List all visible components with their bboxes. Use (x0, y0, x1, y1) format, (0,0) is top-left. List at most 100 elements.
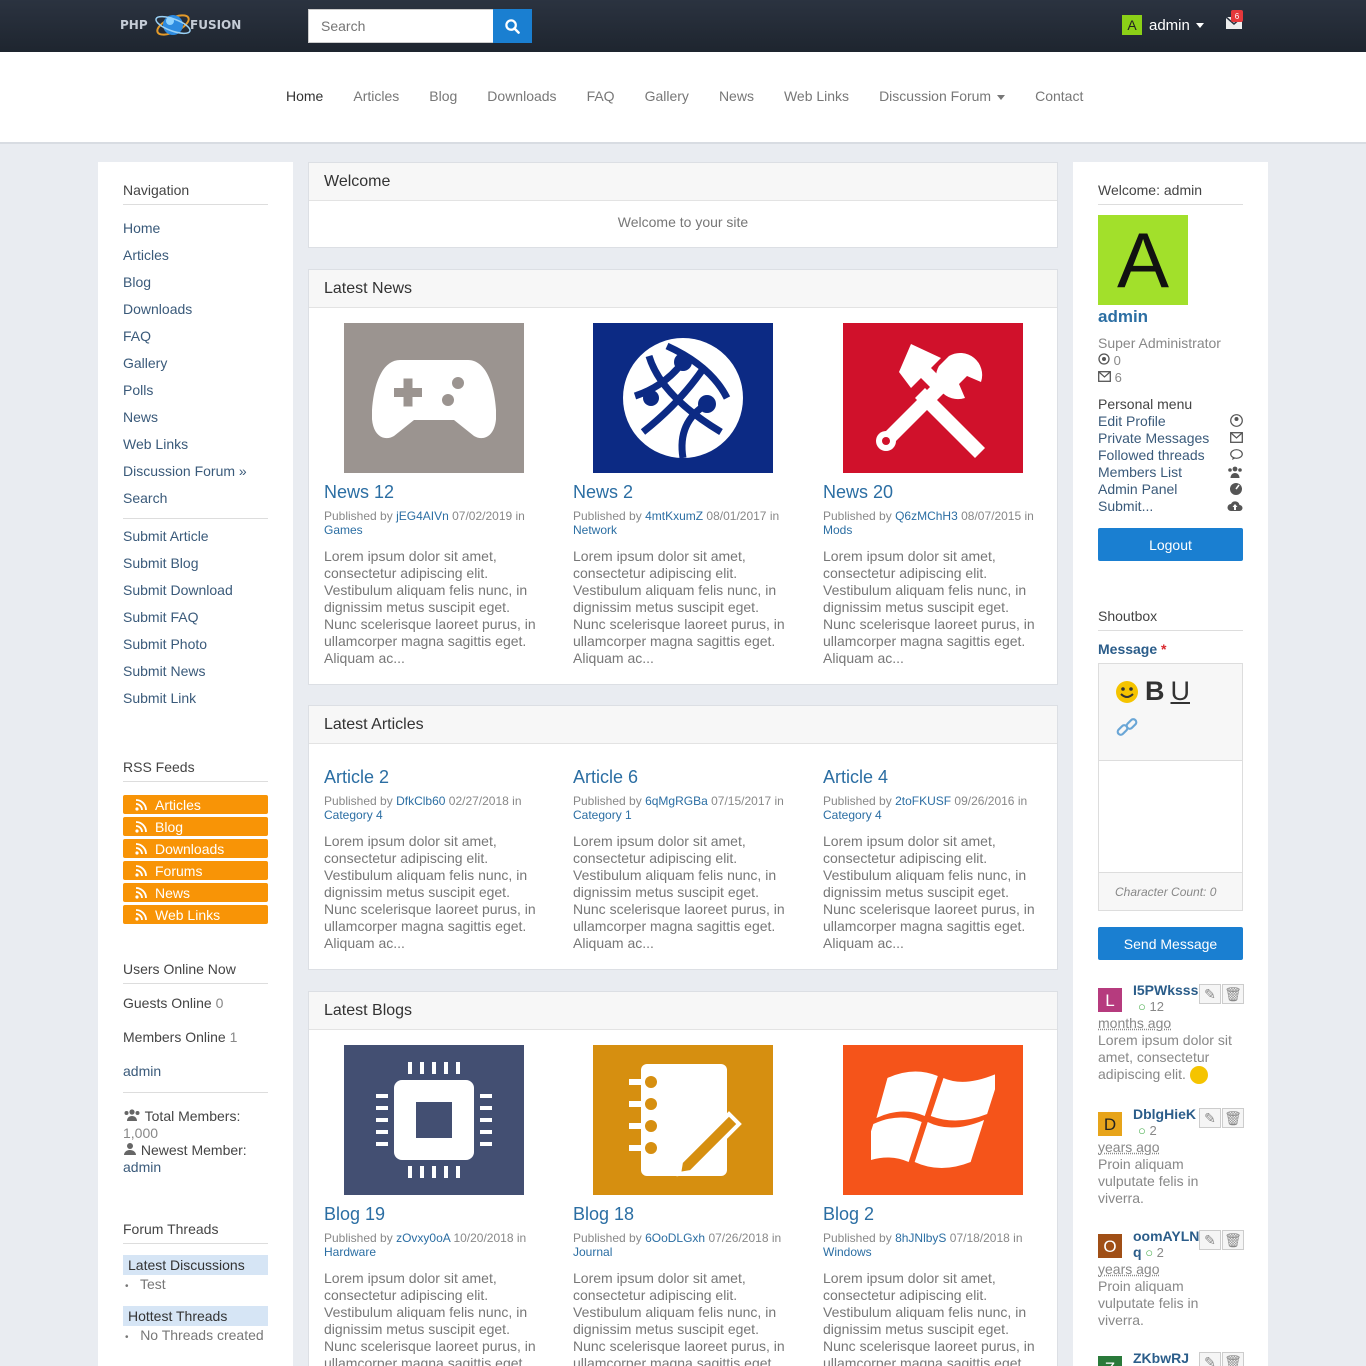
shout-author[interactable]: oomAYLN (1133, 1228, 1199, 1245)
nav-submit-faq[interactable]: Submit FAQ (123, 604, 293, 631)
shout-avatar[interactable]: L (1098, 988, 1122, 1012)
nav-home[interactable]: Home (123, 215, 293, 242)
menu-gallery[interactable]: Gallery (645, 88, 689, 104)
blog-title[interactable]: Blog 19 (324, 1204, 544, 1228)
rss-forums[interactable]: Forums (123, 861, 268, 880)
nav-submit-article[interactable]: Submit Article (123, 523, 293, 550)
shout-author[interactable]: I5PWksss (1133, 982, 1198, 999)
nav-gallery[interactable]: Gallery (123, 350, 293, 377)
nav-polls[interactable]: Polls (123, 377, 293, 404)
pm-admin-panel[interactable]: Admin Panel (1098, 480, 1243, 497)
smiley-icon[interactable] (1115, 680, 1139, 704)
author-link[interactable]: 8hJNlbyS (895, 1231, 946, 1245)
message-textarea[interactable] (1099, 761, 1242, 873)
nav-submit-link[interactable]: Submit Link (123, 685, 293, 712)
blog-title[interactable]: Blog 18 (573, 1204, 793, 1228)
category-link[interactable]: Games (324, 523, 363, 537)
nav-blog[interactable]: Blog (123, 269, 293, 296)
trash-icon[interactable]: 🗑 (1222, 1108, 1244, 1128)
nav-search[interactable]: Search (123, 485, 293, 512)
trash-icon[interactable]: 🗑 (1222, 984, 1244, 1004)
user-menu[interactable]: A admin (1122, 15, 1204, 35)
news-thumbnail[interactable] (344, 323, 524, 473)
site-logo[interactable]: PHP FUSION (120, 6, 262, 44)
author-link[interactable]: 2toFKUSF (895, 794, 951, 808)
underline-button[interactable]: U (1171, 676, 1191, 707)
news-thumbnail[interactable] (593, 323, 773, 473)
author-link[interactable]: 6qMgRGBa (645, 794, 708, 808)
author-link[interactable]: jEG4AIVn (396, 509, 449, 523)
article-title[interactable]: Article 4 (823, 767, 1043, 791)
newest-member-link[interactable]: admin (123, 1159, 268, 1176)
menu-blog[interactable]: Blog (429, 88, 457, 104)
pm-followed-threads[interactable]: Followed threads (1098, 446, 1243, 463)
menu-downloads[interactable]: Downloads (487, 88, 556, 104)
menu-contact[interactable]: Contact (1035, 88, 1083, 104)
nav-news[interactable]: News (123, 404, 293, 431)
menu-faq[interactable]: FAQ (587, 88, 615, 104)
shout-author[interactable]: DblgHieK (1133, 1106, 1196, 1123)
blog-thumbnail[interactable] (344, 1045, 524, 1195)
menu-home[interactable]: Home (286, 88, 323, 104)
edit-icon[interactable]: ✎ (1199, 984, 1221, 1004)
news-title[interactable]: News 2 (573, 482, 793, 506)
nav-submit-photo[interactable]: Submit Photo (123, 631, 293, 658)
category-link[interactable]: Windows (823, 1245, 872, 1259)
rss-news[interactable]: News (123, 883, 268, 902)
user-avatar-large[interactable]: A (1098, 215, 1188, 305)
edit-icon[interactable]: ✎ (1199, 1230, 1221, 1250)
nav-articles[interactable]: Articles (123, 242, 293, 269)
send-message-button[interactable]: Send Message (1098, 927, 1243, 960)
menu-news[interactable]: News (719, 88, 754, 104)
nav-web-links[interactable]: Web Links (123, 431, 293, 458)
shout-avatar[interactable]: D (1098, 1112, 1122, 1136)
online-user-link[interactable]: admin (123, 1063, 268, 1080)
author-link[interactable]: 4mtKxumZ (645, 509, 703, 523)
blog-thumbnail[interactable] (593, 1045, 773, 1195)
blog-title[interactable]: Blog 2 (823, 1204, 1043, 1228)
rss-web-links[interactable]: Web Links (123, 905, 268, 924)
trash-icon[interactable]: 🗑 (1222, 1352, 1244, 1366)
nav-faq[interactable]: FAQ (123, 323, 293, 350)
article-title[interactable]: Article 2 (324, 767, 544, 791)
edit-icon[interactable]: ✎ (1199, 1108, 1221, 1128)
shout-avatar[interactable]: O (1098, 1234, 1122, 1258)
menu-articles[interactable]: Articles (353, 88, 399, 104)
rss-articles[interactable]: Articles (123, 795, 268, 814)
menu-discussion-forum[interactable]: Discussion Forum (879, 88, 1006, 104)
author-link[interactable]: Q6zMChH3 (895, 509, 958, 523)
shout-author-wrap[interactable]: q (1133, 1244, 1142, 1260)
category-link[interactable]: Category 4 (324, 808, 383, 822)
rss-downloads[interactable]: Downloads (123, 839, 268, 858)
shout-avatar[interactable]: Z (1098, 1356, 1122, 1366)
author-link[interactable]: zOvxy0oA (396, 1231, 450, 1245)
nav-submit-blog[interactable]: Submit Blog (123, 550, 293, 577)
pm-submit[interactable]: Submit... (1098, 497, 1243, 514)
category-link[interactable]: Mods (823, 523, 852, 537)
blog-thumbnail[interactable] (843, 1045, 1023, 1195)
news-thumbnail[interactable] (843, 323, 1023, 473)
latest-discussion-link[interactable]: Test (140, 1276, 166, 1292)
bold-button[interactable]: B (1145, 676, 1165, 707)
nav-downloads[interactable]: Downloads (123, 296, 293, 323)
rss-blog[interactable]: Blog (123, 817, 268, 836)
shout-author[interactable]: ZKbwRJ (1133, 1350, 1189, 1366)
trash-icon[interactable]: 🗑 (1222, 1230, 1244, 1250)
category-link[interactable]: Category 1 (573, 808, 632, 822)
logout-button[interactable]: Logout (1098, 528, 1243, 561)
nav-discussion-forum[interactable]: Discussion Forum » (123, 458, 293, 485)
edit-icon[interactable]: ✎ (1199, 1352, 1221, 1366)
nav-submit-download[interactable]: Submit Download (123, 577, 293, 604)
pm-private-messages[interactable]: Private Messages (1098, 429, 1243, 446)
menu-web-links[interactable]: Web Links (784, 88, 849, 104)
news-title[interactable]: News 20 (823, 482, 1043, 506)
nav-submit-news[interactable]: Submit News (123, 658, 293, 685)
link-icon[interactable] (1115, 715, 1139, 739)
category-link[interactable]: Journal (573, 1245, 612, 1259)
search-button[interactable] (493, 9, 532, 43)
search-input[interactable] (308, 9, 493, 43)
article-title[interactable]: Article 6 (573, 767, 793, 791)
author-link[interactable]: DfkClb60 (396, 794, 445, 808)
pm-edit-profile[interactable]: Edit Profile (1098, 412, 1243, 429)
category-link[interactable]: Hardware (324, 1245, 376, 1259)
